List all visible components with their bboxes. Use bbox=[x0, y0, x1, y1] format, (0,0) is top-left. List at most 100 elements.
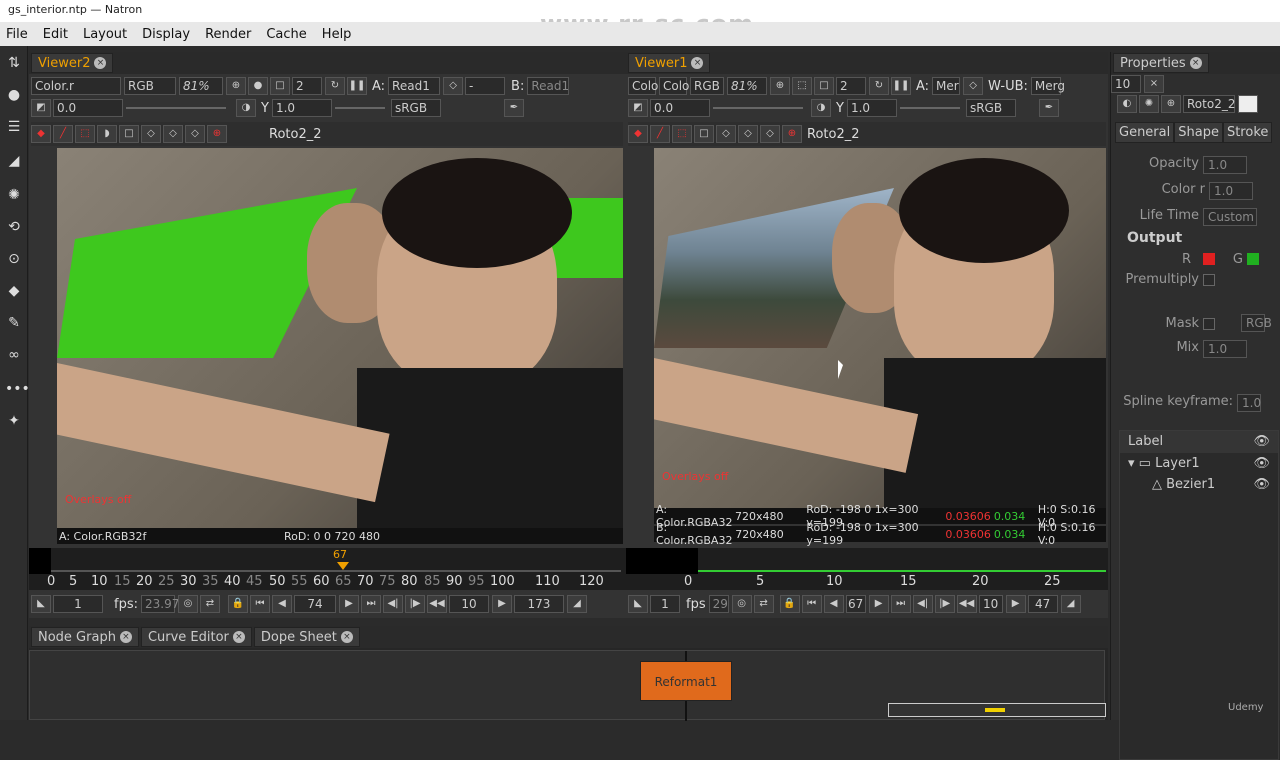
roto-select-box-icon[interactable]: ⬚ bbox=[672, 125, 692, 143]
zoom-field[interactable]: 81% bbox=[179, 77, 223, 95]
bucket-icon[interactable]: ⊙ bbox=[5, 250, 23, 268]
eye-icon[interactable]: 👁 bbox=[1253, 434, 1270, 450]
current-frame-field[interactable]: 67 bbox=[845, 595, 866, 613]
mix-field[interactable]: 1.0 bbox=[1203, 340, 1247, 358]
proxy-select[interactable]: 2 bbox=[836, 77, 866, 95]
gamma-toggle-icon[interactable]: ◑ bbox=[236, 99, 256, 117]
menu-layout[interactable]: Layout bbox=[83, 27, 127, 42]
node-icon[interactable]: ◐ bbox=[1117, 95, 1137, 113]
proxy-select[interactable]: 2 bbox=[292, 77, 322, 95]
turbo-icon[interactable]: ◎ bbox=[177, 595, 198, 613]
crosshair-icon[interactable]: ⊕ bbox=[226, 77, 246, 95]
roto-bbox-icon[interactable]: □ bbox=[119, 125, 139, 143]
spline-keyframe-field[interactable]: 1.0 bbox=[1237, 394, 1261, 412]
roto-select-icon[interactable]: ⇅ bbox=[5, 54, 23, 72]
color-field[interactable]: 1.0 bbox=[1209, 182, 1253, 200]
roto-bbox-icon[interactable]: □ bbox=[694, 125, 714, 143]
roto-select-box-icon[interactable]: ⬚ bbox=[75, 125, 95, 143]
viewer1-timeline[interactable]: 0 5 10 15 20 25 bbox=[626, 548, 1108, 590]
next-inc-icon[interactable]: ▶ bbox=[1005, 595, 1026, 613]
refresh-icon[interactable]: ↻ bbox=[869, 77, 889, 95]
close-icon[interactable]: × bbox=[1189, 57, 1202, 69]
prev-inc-icon[interactable]: ◀◀ bbox=[956, 595, 977, 613]
increment-field[interactable]: 10 bbox=[448, 595, 489, 613]
set-out-icon[interactable]: ◢ bbox=[1060, 595, 1081, 613]
lock-icon[interactable]: 🔒 bbox=[779, 595, 800, 613]
prev-keyframe-icon[interactable]: ◀| bbox=[912, 595, 933, 613]
colorspace-select[interactable]: sRGB bbox=[965, 99, 1016, 117]
fps-field[interactable]: 29 bbox=[708, 595, 729, 613]
star-icon[interactable]: ✦ bbox=[5, 412, 23, 430]
reformat-node[interactable]: Reformat1 bbox=[640, 661, 732, 701]
roto-key-icon[interactable]: ◇ bbox=[716, 125, 736, 143]
roto-key2-icon[interactable]: ◇ bbox=[163, 125, 183, 143]
layer-select[interactable]: Color.r bbox=[31, 77, 121, 95]
start-frame-field[interactable]: 1 bbox=[53, 595, 103, 613]
pause-icon[interactable]: ❚❚ bbox=[347, 77, 367, 95]
input-b-select[interactable]: Read1 bbox=[527, 77, 570, 95]
fps-field[interactable]: 23.97 bbox=[140, 595, 179, 613]
lock-icon[interactable]: 🔒 bbox=[227, 595, 248, 613]
increment-field[interactable]: 10 bbox=[978, 595, 1003, 613]
refresh-icon[interactable]: ↻ bbox=[325, 77, 345, 95]
input-a-select[interactable]: Mer bbox=[932, 77, 961, 95]
composite-select[interactable]: - bbox=[465, 77, 506, 95]
colorspace-select[interactable]: sRGB bbox=[390, 99, 441, 117]
current-frame-field[interactable]: 74 bbox=[293, 595, 336, 613]
menu-file[interactable]: File bbox=[6, 27, 28, 42]
tab-curve-editor[interactable]: Curve Editor × bbox=[140, 627, 252, 647]
region-icon[interactable]: □ bbox=[270, 77, 290, 95]
end-frame-field[interactable]: 173 bbox=[513, 595, 564, 613]
viewer2-timeline[interactable]: 67 0 5 10 15 20 25 30 35 40 45 50 55 60 … bbox=[29, 548, 626, 590]
roto-target-icon[interactable]: ⊕ bbox=[782, 125, 802, 143]
dots-icon[interactable]: ••• bbox=[5, 380, 30, 398]
tab-stroke[interactable]: Stroke bbox=[1222, 122, 1273, 143]
node-color-swatch[interactable] bbox=[1238, 95, 1258, 113]
clear-panels-icon[interactable]: × bbox=[1144, 75, 1164, 93]
eye-icon[interactable]: 👁 bbox=[1253, 477, 1270, 492]
tab-viewer1[interactable]: Viewer1 × bbox=[628, 53, 711, 73]
input-a-select[interactable]: Read1 bbox=[388, 77, 441, 95]
crosshair-icon[interactable]: ⊕ bbox=[770, 77, 790, 95]
gain-field[interactable]: 0.0 bbox=[650, 99, 710, 117]
gain-slider[interactable] bbox=[713, 107, 803, 109]
viewer2-image[interactable]: Overlays off bbox=[57, 148, 623, 528]
bezier-icon[interactable]: ● bbox=[5, 86, 23, 104]
center-icon[interactable]: ⊕ bbox=[1161, 95, 1181, 113]
loop-mode-icon[interactable]: ⇄ bbox=[199, 595, 220, 613]
roto-key3-icon[interactable]: ◇ bbox=[185, 125, 205, 143]
end-frame-field[interactable]: 47 bbox=[1027, 595, 1058, 613]
close-icon[interactable]: × bbox=[691, 57, 704, 69]
eraser-icon[interactable]: ◇ bbox=[443, 77, 464, 95]
settings-icon[interactable]: ✺ bbox=[1139, 95, 1159, 113]
channels-select[interactable]: RGB bbox=[124, 77, 176, 95]
first-frame-icon[interactable]: ⏮ bbox=[249, 595, 270, 613]
gain-slider[interactable] bbox=[126, 107, 226, 109]
play-forward-icon[interactable]: ▶ bbox=[338, 595, 359, 613]
set-out-icon[interactable]: ◢ bbox=[566, 595, 587, 613]
picker-icon[interactable]: ✒ bbox=[1038, 99, 1059, 117]
scroll-indicator[interactable] bbox=[888, 703, 1106, 717]
turbo-icon[interactable]: ◎ bbox=[731, 595, 752, 613]
gamma-field[interactable]: 1.0 bbox=[846, 99, 897, 117]
gamma-field[interactable]: 1.0 bbox=[271, 99, 332, 117]
gamma-slider[interactable] bbox=[334, 107, 385, 109]
tab-dope-sheet[interactable]: Dope Sheet × bbox=[253, 627, 360, 647]
roto-key2-icon[interactable]: ◇ bbox=[738, 125, 758, 143]
roto-line-icon[interactable]: ╱ bbox=[53, 125, 73, 143]
menu-render[interactable]: Render bbox=[205, 27, 251, 42]
first-frame-icon[interactable]: ⏮ bbox=[801, 595, 822, 613]
roto-diamond-icon[interactable]: ◆ bbox=[31, 125, 51, 143]
roto-target-icon[interactable]: ⊕ bbox=[207, 125, 227, 143]
opacity-field[interactable]: 1.0 bbox=[1203, 156, 1247, 174]
loop-icon[interactable]: ∞ bbox=[5, 346, 23, 364]
play-forward-icon[interactable]: ▶ bbox=[868, 595, 889, 613]
overlay-toggle-icon[interactable]: ⬚ bbox=[792, 77, 812, 95]
close-icon[interactable]: × bbox=[94, 57, 107, 69]
lifetime-select[interactable]: Custom bbox=[1203, 208, 1257, 226]
close-icon[interactable]: × bbox=[119, 631, 132, 643]
layer-select[interactable]: Colo bbox=[628, 77, 658, 95]
pause-icon[interactable]: ❚❚ bbox=[891, 77, 911, 95]
close-icon[interactable]: × bbox=[232, 631, 245, 643]
next-keyframe-icon[interactable]: |▶ bbox=[404, 595, 425, 613]
